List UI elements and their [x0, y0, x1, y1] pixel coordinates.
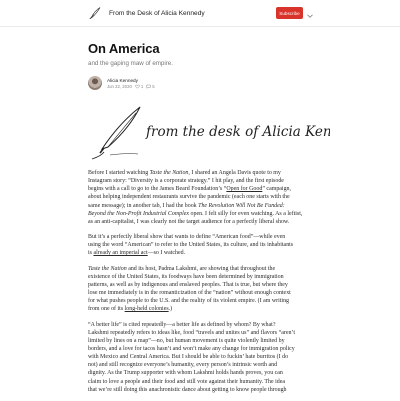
byline: Alicia Kennedy Jun 22, 2020 1 5	[88, 76, 330, 90]
heart-icon	[135, 84, 140, 89]
quill-pen-icon	[91, 106, 141, 160]
post-title: On America	[88, 41, 160, 56]
author-name[interactable]: Alicia Kennedy	[107, 78, 155, 83]
link-imperial-act[interactable]: already an imperial act	[93, 250, 147, 256]
chevron-down-icon[interactable]	[305, 8, 315, 18]
link-long-held-colonies[interactable]: long-held colonies	[125, 306, 169, 312]
banner-script: from the desk of Alicia Kennedy	[145, 124, 330, 140]
subscribe-button[interactable]: Subscribe	[276, 7, 303, 19]
post-meta: Jun 22, 2020 1 5	[107, 84, 155, 89]
publication-name[interactable]: From the Desk of Alicia Kennedy	[109, 10, 205, 17]
paragraph-1: Before I started watching Taste the Nati…	[88, 170, 303, 225]
article-body: Before I started watching Taste the Nati…	[88, 169, 330, 394]
post-subtitle: and the gaping maw of empire.	[88, 60, 173, 67]
post-content: On America and the gaping maw of empire.…	[88, 27, 330, 401]
banner-image: from the desk of Alicia Kennedy	[88, 97, 330, 165]
like-count[interactable]: 1	[135, 84, 143, 89]
comment-icon	[146, 84, 151, 89]
comment-count[interactable]: 5	[146, 84, 155, 89]
avatar[interactable]	[88, 76, 102, 90]
link-open-for-good[interactable]: Open for Good	[226, 186, 262, 192]
top-navigation-bar: From the Desk of Alicia Kennedy Subscrib…	[0, 0, 400, 27]
paragraph-2: But it’s a perfectly liberal show that w…	[88, 234, 294, 257]
post-date: Jun 22, 2020	[107, 83, 132, 89]
quill-pen-icon[interactable]	[88, 6, 102, 20]
paragraph-3: Taste the Nation and its host, Padma Lak…	[88, 265, 291, 313]
paragraph-4: “A better life” is cited repeatedly—a be…	[88, 321, 295, 393]
